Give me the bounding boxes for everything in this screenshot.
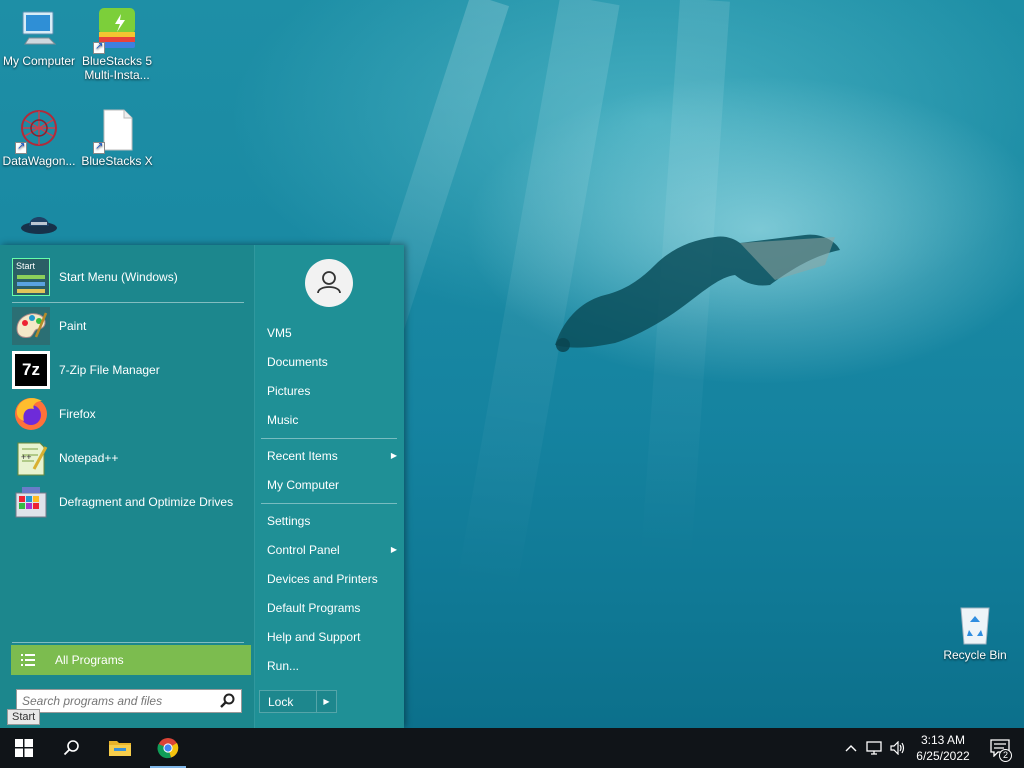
firefox-icon xyxy=(12,395,50,433)
7zip-icon: 7z xyxy=(12,351,50,389)
search-icon[interactable] xyxy=(219,692,237,710)
all-programs-label: All Programs xyxy=(55,653,124,667)
lock-label: Lock xyxy=(268,694,294,709)
clock-date: 6/25/2022 xyxy=(916,749,970,763)
volume-button[interactable] xyxy=(886,728,910,768)
desktop-icon-label: DataWagon... xyxy=(2,154,76,168)
places-item-documents[interactable]: Documents xyxy=(267,351,397,373)
submenu-arrow-icon: ▶ xyxy=(390,545,397,554)
blank-file-icon xyxy=(93,108,139,154)
network-button[interactable] xyxy=(862,728,886,768)
freediver-silhouette xyxy=(555,234,840,352)
notepad-plus-plus-icon: ++ xyxy=(12,439,50,477)
show-hidden-icons-button[interactable] xyxy=(840,728,862,768)
desktop-icon-recycle-bin[interactable]: Recycle Bin xyxy=(936,602,1014,662)
monitor-icon xyxy=(17,8,61,52)
places-item-recent-items[interactable]: Recent Items ▶ xyxy=(267,445,397,467)
program-label: Notepad++ xyxy=(59,451,119,465)
notification-count-badge: 2 xyxy=(999,749,1012,762)
user-avatar-icon[interactable] xyxy=(305,259,353,307)
program-defragment[interactable]: Defragment and Optimize Drives xyxy=(12,481,244,523)
search-icon xyxy=(63,740,79,756)
start-menu-programs-pane: Start Start Menu (Windows) Paint 7z 7-Zi… xyxy=(0,245,254,728)
places-item-settings[interactable]: Settings xyxy=(267,510,397,532)
all-programs-button[interactable]: All Programs xyxy=(11,645,251,675)
clock-time: 3:13 AM xyxy=(920,733,966,747)
places-item-music[interactable]: Music xyxy=(267,409,397,431)
program-notepad-plus-plus[interactable]: ++ Notepad++ xyxy=(12,437,244,479)
program-label: Start Menu (Windows) xyxy=(59,270,178,284)
paint-palette-icon xyxy=(12,307,50,345)
places-item-devices-printers[interactable]: Devices and Printers xyxy=(267,568,397,590)
system-tray: 3:13 AM 6/25/2022 2 xyxy=(840,728,1024,768)
places-item-run[interactable]: Run... xyxy=(267,655,397,677)
speaker-icon xyxy=(890,741,905,755)
desktop-icon-datawagon[interactable]: DataWagon... xyxy=(0,108,78,168)
search-box[interactable] xyxy=(16,689,242,713)
places-item-pictures[interactable]: Pictures xyxy=(267,380,397,402)
places-item-help-support[interactable]: Help and Support xyxy=(267,626,397,648)
places-item-my-computer[interactable]: My Computer xyxy=(267,474,397,496)
recycle-bin-icon xyxy=(953,602,997,646)
network-icon xyxy=(866,741,882,755)
separator xyxy=(261,503,397,504)
program-start-menu-windows[interactable]: Start Start Menu (Windows) xyxy=(12,256,244,298)
submenu-arrow-icon: ▶ xyxy=(390,451,397,460)
datawagon-icon xyxy=(15,108,61,154)
desktop-icon-partial[interactable] xyxy=(0,208,78,244)
bluestacks-icon xyxy=(93,8,139,54)
program-label: Paint xyxy=(59,319,87,333)
start-button[interactable] xyxy=(0,728,48,768)
program-firefox[interactable]: Firefox xyxy=(12,393,244,435)
taskbar-chrome[interactable] xyxy=(148,728,188,768)
program-label: Defragment and Optimize Drives xyxy=(59,494,234,509)
chevron-up-icon xyxy=(845,745,857,752)
action-center-button[interactable]: 2 xyxy=(976,728,1024,768)
program-paint[interactable]: Paint xyxy=(12,305,244,347)
list-icon xyxy=(21,654,35,666)
svg-text:++: ++ xyxy=(21,452,32,462)
defrag-icon xyxy=(12,483,50,521)
hat-icon xyxy=(17,208,61,244)
places-item-default-programs[interactable]: Default Programs xyxy=(267,597,397,619)
desktop-icon-label: My Computer xyxy=(2,54,76,68)
separator xyxy=(12,302,244,303)
separator xyxy=(261,438,397,439)
places-item-user[interactable]: VM5 xyxy=(267,322,397,344)
desktop-icon-label: BlueStacks X xyxy=(81,154,153,168)
shortcut-arrow-icon xyxy=(93,140,105,154)
chrome-icon xyxy=(157,738,179,759)
program-label: Firefox xyxy=(59,407,96,421)
lock-button[interactable]: Lock ▶ xyxy=(259,690,337,713)
windows-start-icon xyxy=(15,739,33,757)
start-menu: Start Start Menu (Windows) Paint 7z 7-Zi… xyxy=(0,245,404,728)
shortcut-arrow-icon xyxy=(93,40,105,54)
desktop-icon-my-computer[interactable]: My Computer xyxy=(0,8,78,68)
taskbar: 3:13 AM 6/25/2022 2 xyxy=(0,728,1024,768)
clock[interactable]: 3:13 AM 6/25/2022 xyxy=(910,732,976,764)
program-label: 7-Zip File Manager xyxy=(59,363,160,377)
start-menu-places-pane: VM5 Documents Pictures Music Recent Item… xyxy=(254,245,404,728)
program-7zip[interactable]: 7z 7-Zip File Manager xyxy=(12,349,244,391)
places-item-control-panel[interactable]: Control Panel ▶ xyxy=(267,539,397,561)
taskbar-file-explorer[interactable] xyxy=(96,728,144,768)
lock-options-arrow-icon[interactable]: ▶ xyxy=(316,691,336,712)
start-menu-settings-icon: Start xyxy=(12,258,50,296)
search-input[interactable] xyxy=(17,691,219,711)
taskbar-search-button[interactable] xyxy=(48,728,96,768)
file-explorer-icon xyxy=(109,741,131,756)
desktop-icon-bluestacks-5[interactable]: BlueStacks 5 Multi-Insta... xyxy=(78,8,156,82)
shortcut-arrow-icon xyxy=(15,140,27,154)
desktop-icon-label: Recycle Bin xyxy=(943,648,1007,662)
desktop-icon-bluestacks-x[interactable]: BlueStacks X xyxy=(78,108,156,168)
separator xyxy=(12,642,244,643)
desktop-icon-label: BlueStacks 5 Multi-Insta... xyxy=(81,54,153,82)
start-tooltip: Start xyxy=(7,709,41,725)
